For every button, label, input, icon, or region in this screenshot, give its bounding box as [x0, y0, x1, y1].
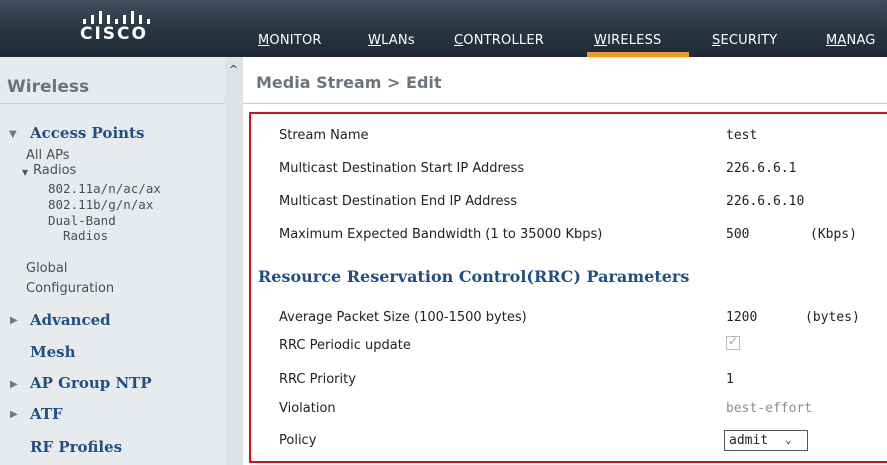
- bandwidth-value: 500: [726, 227, 750, 242]
- sidebar-item-rf-profiles[interactable]: RF Profiles: [30, 438, 122, 456]
- sidebar-item-80211a[interactable]: 802.11a/n/ac/ax: [48, 181, 161, 196]
- cisco-bars-icon: [83, 10, 153, 24]
- nav-controller[interactable]: CONTROLLER: [454, 33, 544, 48]
- chevron-down-icon: ⌄: [785, 433, 792, 446]
- chevron-up-icon[interactable]: ^: [229, 63, 238, 76]
- collapsed-triangle-icon[interactable]: ▶: [10, 409, 18, 420]
- bandwidth-label: Maximum Expected Bandwidth (1 to 35000 K…: [279, 227, 603, 242]
- sidebar-item-dual-band-radios[interactable]: Radios: [63, 228, 108, 243]
- sidebar-item-advanced[interactable]: Advanced: [30, 311, 111, 329]
- stream-name-value: test: [726, 128, 758, 143]
- sidebar-item-access-points[interactable]: Access Points: [30, 124, 144, 142]
- rrc-priority-label: RRC Priority: [279, 372, 356, 387]
- stream-name-label: Stream Name: [279, 128, 369, 143]
- policy-selected-value: admit: [729, 433, 769, 448]
- sidebar-item-all-aps[interactable]: All APs: [26, 148, 70, 163]
- nav-monitor[interactable]: MONITOR: [258, 33, 322, 48]
- page-title: Media Stream > Edit: [256, 73, 442, 92]
- sidebar-item-global[interactable]: Global: [26, 261, 67, 276]
- sidebar-item-ap-group-ntp[interactable]: AP Group NTP: [30, 374, 152, 392]
- sidebar-scrollbar[interactable]: ^: [225, 57, 243, 465]
- nav-security[interactable]: SECURITY: [712, 33, 777, 48]
- violation-label: Violation: [279, 401, 336, 416]
- policy-label: Policy: [279, 433, 317, 448]
- sidebar: Wireless ▼ Access Points All APs ▼ Radio…: [0, 57, 230, 465]
- sidebar-item-mesh[interactable]: Mesh: [30, 343, 76, 361]
- sidebar-item-radios[interactable]: Radios: [33, 163, 76, 178]
- start-ip-label: Multicast Destination Start IP Address: [279, 161, 525, 176]
- nav-management[interactable]: MANAG: [826, 33, 876, 48]
- sidebar-item-80211b[interactable]: 802.11b/g/n/ax: [48, 197, 153, 212]
- sidebar-item-dual-band[interactable]: Dual-Band: [48, 213, 116, 228]
- policy-select[interactable]: admit ⌄: [724, 430, 808, 451]
- expanded-small-triangle-icon[interactable]: ▼: [22, 168, 28, 177]
- logo-wordmark: CISCO: [80, 24, 148, 44]
- end-ip-value: 226.6.6.10: [726, 194, 805, 209]
- top-navigation-bar: CISCO MONITOR WLANs CONTROLLER WIRELESS …: [0, 0, 887, 57]
- bandwidth-unit: (Kbps): [810, 227, 857, 242]
- checkmark-icon: ✓: [728, 334, 739, 348]
- sidebar-item-atf[interactable]: ATF: [30, 405, 63, 423]
- start-ip-value: 226.6.6.1: [726, 161, 797, 176]
- nav-wireless[interactable]: WIRELESS: [594, 33, 662, 48]
- title-divider: [243, 103, 887, 104]
- packet-size-unit: (bytes): [805, 310, 860, 325]
- rrc-periodic-update-checkbox[interactable]: ✓: [726, 334, 740, 350]
- cisco-logo[interactable]: CISCO: [60, 6, 180, 50]
- nav-active-indicator: [587, 52, 689, 57]
- sidebar-title: Wireless: [7, 77, 90, 97]
- end-ip-label: Multicast Destination End IP Address: [279, 194, 518, 209]
- nav-wlans[interactable]: WLANs: [368, 33, 415, 48]
- violation-value: best-effort: [726, 401, 813, 416]
- sidebar-divider: [0, 103, 225, 104]
- packet-size-label: Average Packet Size (100-1500 bytes): [279, 310, 527, 325]
- rrc-priority-value: 1: [726, 372, 734, 387]
- sidebar-item-global-configuration[interactable]: Configuration: [26, 281, 114, 296]
- packet-size-value: 1200: [726, 310, 758, 325]
- rrc-section-heading: Resource Reservation Control(RRC) Parame…: [258, 267, 690, 286]
- collapsed-triangle-icon[interactable]: ▶: [10, 315, 18, 326]
- expanded-triangle-icon[interactable]: ▼: [9, 129, 17, 140]
- collapsed-triangle-icon[interactable]: ▶: [10, 379, 18, 390]
- rrc-periodic-update-label: RRC Periodic update: [279, 338, 411, 353]
